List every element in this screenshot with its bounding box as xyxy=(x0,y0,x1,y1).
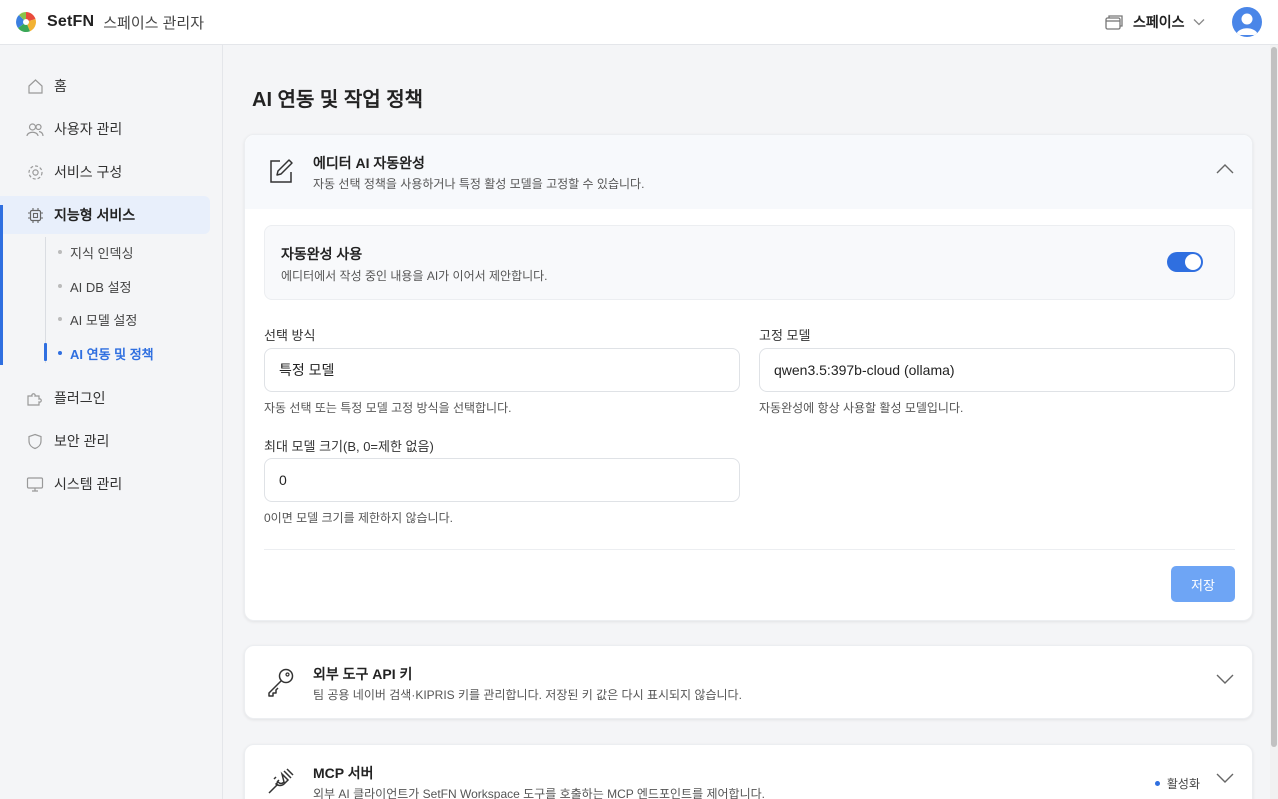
max-size-label: 최대 모델 크기(B, 0=제한 없음) xyxy=(264,439,434,454)
sidebar-item-label: 플러그인 xyxy=(54,390,106,406)
status-text: 활성화 xyxy=(1166,777,1200,791)
divider xyxy=(264,549,1235,550)
sidebar-item-label: 사용자 관리 xyxy=(54,121,123,137)
sidebar-item-system[interactable]: 시스템 관리 xyxy=(0,465,223,503)
bullet-icon xyxy=(58,284,62,288)
submenu-item-label: 지식 인덱싱 xyxy=(70,245,134,261)
plug-icon xyxy=(268,768,294,794)
card-title: 에디터 AI 자동완성 xyxy=(313,155,425,171)
page-title: AI 연동 및 작업 정책 xyxy=(252,89,424,111)
shield-icon xyxy=(26,432,44,450)
chevron-down-icon xyxy=(1193,19,1204,26)
submenu-item-ai-model[interactable]: AI 모델 설정 xyxy=(58,304,137,334)
status-badge: 활성화 xyxy=(1154,775,1200,792)
status-dot-icon xyxy=(1154,781,1160,786)
submenu-item-label: AI 모델 설정 xyxy=(70,312,138,328)
fixed-model-label: 고정 모델 xyxy=(759,328,811,343)
card-description: 외부 AI 클라이언트가 SetFN Workspace 도구를 호출하는 MC… xyxy=(313,787,765,799)
sidebar-item-users[interactable]: 사용자 관리 xyxy=(0,110,223,148)
card-description: 자동 선택 정책을 사용하거나 특정 활성 모델을 고정할 수 있습니다. xyxy=(313,177,645,191)
fixed-model-select[interactable]: qwen3.5:397b-cloud (ollama) xyxy=(759,348,1235,392)
max-size-input[interactable]: 0 xyxy=(264,458,740,502)
bullet-icon xyxy=(58,250,62,254)
sidebar-item-label: 지능형 서비스 xyxy=(54,207,136,223)
space-icon xyxy=(1105,15,1123,30)
submenu-item-ai-policy[interactable]: AI 연동 및 정책 xyxy=(58,338,154,368)
bullet-icon xyxy=(58,317,62,321)
top-header: SetFN 스페이스 관리자 스페이스 xyxy=(0,0,1278,45)
max-size-hint: 0이면 모델 크기를 제한하지 않습니다. xyxy=(264,511,453,525)
sidebar: 홈 사용자 관리 서비스 구성 지능형 서비스 지식 인덱싱 AI DB 설정 … xyxy=(0,45,223,799)
sidebar-item-label: 보안 관리 xyxy=(54,433,110,449)
autocomplete-card-header[interactable]: 에디터 AI 자동완성 자동 선택 정책을 사용하거나 특정 활성 모델을 고정… xyxy=(245,135,1252,209)
sidebar-item-label: 홈 xyxy=(54,78,67,94)
sidebar-item-security[interactable]: 보안 관리 xyxy=(0,422,223,460)
brand-name: SetFN xyxy=(47,13,95,30)
chevron-up-icon[interactable] xyxy=(1216,163,1234,174)
submenu-item-ai-db[interactable]: AI DB 설정 xyxy=(58,271,132,301)
mcp-card[interactable]: MCP 서버 외부 AI 클라이언트가 SetFN Workspace 도구를 … xyxy=(244,744,1253,799)
fixed-model-value: qwen3.5:397b-cloud (ollama) xyxy=(774,362,955,378)
space-label: 스페이스 xyxy=(1133,14,1185,30)
save-button[interactable]: 저장 xyxy=(1171,566,1235,602)
sidebar-item-plugins[interactable]: 플러그인 xyxy=(0,379,223,417)
sidebar-item-label: 시스템 관리 xyxy=(54,476,123,492)
key-icon xyxy=(268,668,294,697)
select-mode-label: 선택 방식 xyxy=(264,328,316,343)
select-mode-hint: 자동 선택 또는 특정 모델 고정 방식을 선택합니다. xyxy=(264,401,512,415)
submenu-active-indicator xyxy=(44,343,47,361)
brand-subtitle: 스페이스 관리자 xyxy=(103,14,205,32)
submenu-item-knowledge-indexing[interactable]: 지식 인덱싱 xyxy=(58,237,133,267)
select-mode-select[interactable]: 특정 모델 xyxy=(264,348,740,392)
mcp-card-header[interactable]: MCP 서버 외부 AI 클라이언트가 SetFN Workspace 도구를 … xyxy=(245,745,1252,799)
enable-description: 에디터에서 작성 중인 내용을 AI가 이어서 제안합니다. xyxy=(281,269,548,283)
select-mode-value: 특정 모델 xyxy=(279,362,335,378)
api-keys-card[interactable]: 외부 도구 API 키 팀 공용 네이버 검색·KIPRIS 키를 관리합니다.… xyxy=(244,645,1253,719)
toggle-knob xyxy=(1185,254,1201,270)
scrollbar-thumb[interactable] xyxy=(1271,47,1277,747)
sidebar-item-intelligent-services[interactable]: 지능형 서비스 xyxy=(0,196,210,234)
chevron-down-icon[interactable] xyxy=(1216,773,1234,784)
active-section-indicator xyxy=(0,205,3,365)
submenu-item-label: AI DB 설정 xyxy=(70,279,132,295)
fixed-model-hint: 자동완성에 항상 사용할 활성 모델입니다. xyxy=(759,401,964,415)
chevron-down-icon[interactable] xyxy=(1216,674,1234,685)
sidebar-item-home[interactable]: 홈 xyxy=(0,67,223,105)
sidebar-item-services[interactable]: 서비스 구성 xyxy=(0,153,223,191)
brand[interactable]: SetFN 스페이스 관리자 xyxy=(15,11,204,33)
logo-icon xyxy=(16,12,36,33)
users-icon xyxy=(26,120,44,138)
autocomplete-enable-panel: 자동완성 사용 에디터에서 작성 중인 내용을 AI가 이어서 제안합니다. xyxy=(264,225,1235,300)
gear-icon xyxy=(26,163,44,181)
space-switcher[interactable]: 스페이스 xyxy=(1104,12,1205,32)
monitor-icon xyxy=(26,475,44,493)
chip-icon xyxy=(26,206,44,224)
sidebar-item-label: 서비스 구성 xyxy=(54,164,123,180)
card-description: 팀 공용 네이버 검색·KIPRIS 키를 관리합니다. 저장된 키 값은 다시… xyxy=(313,688,742,702)
puzzle-icon xyxy=(26,389,44,407)
autocomplete-toggle[interactable] xyxy=(1167,252,1203,272)
edit-icon xyxy=(270,159,293,183)
avatar[interactable] xyxy=(1232,7,1262,37)
submenu-item-label: AI 연동 및 정책 xyxy=(70,346,154,362)
autocomplete-card: 에디터 AI 자동완성 자동 선택 정책을 사용하거나 특정 활성 모델을 고정… xyxy=(244,134,1253,621)
api-keys-card-header[interactable]: 외부 도구 API 키 팀 공용 네이버 검색·KIPRIS 키를 관리합니다.… xyxy=(245,646,1252,720)
max-size-value: 0 xyxy=(279,472,287,488)
card-title: MCP 서버 xyxy=(313,765,374,781)
enable-title: 자동완성 사용 xyxy=(281,246,363,262)
card-title: 외부 도구 API 키 xyxy=(313,666,413,682)
user-avatar-icon xyxy=(1236,13,1258,35)
home-icon xyxy=(26,77,44,95)
bullet-icon xyxy=(58,351,62,355)
